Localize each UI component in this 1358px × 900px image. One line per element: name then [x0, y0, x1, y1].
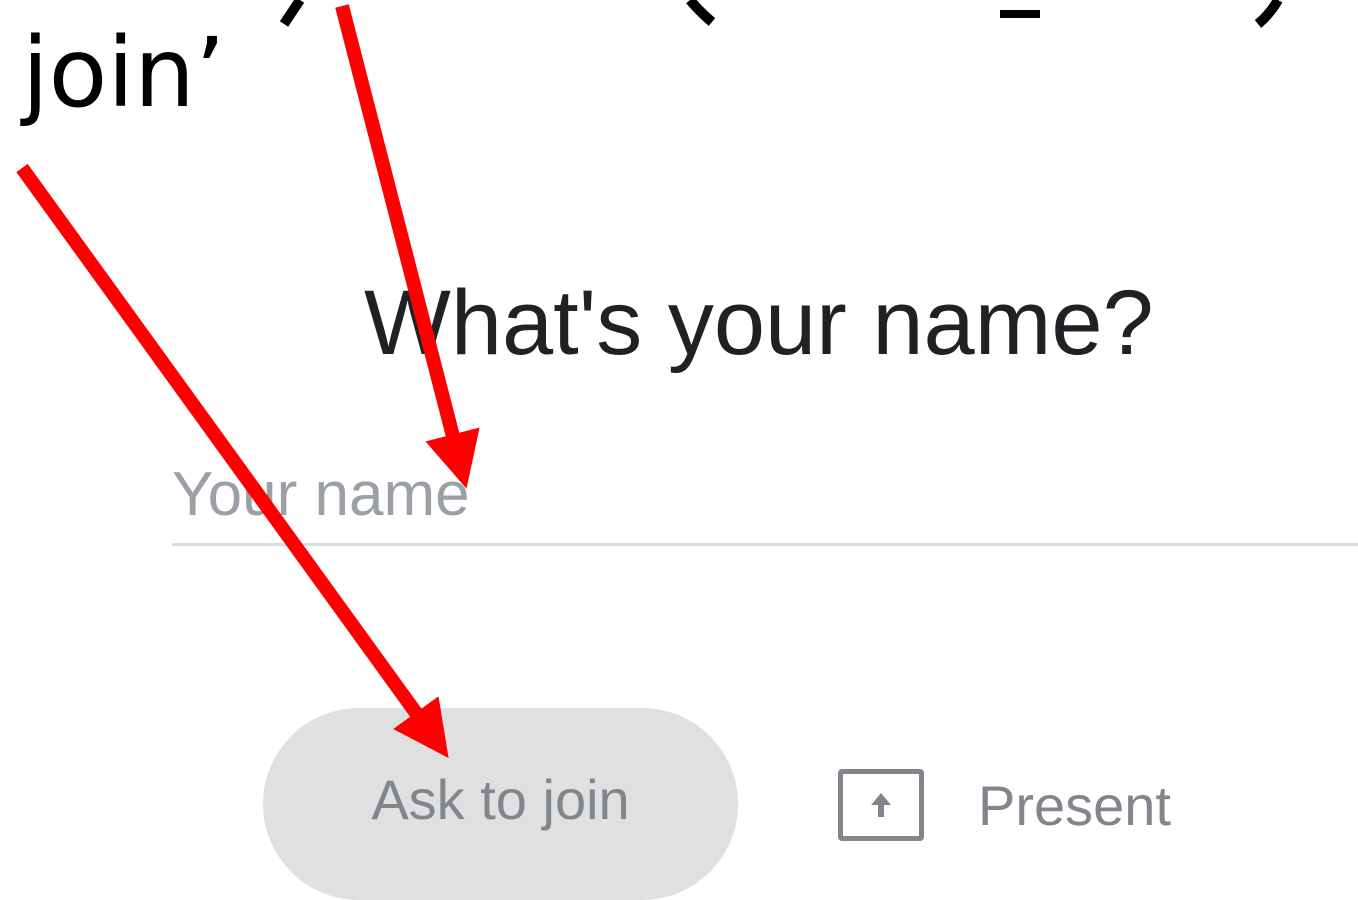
meet-join-screen: join’ What's your name? Ask to join Pres… — [0, 0, 1358, 900]
page-title: What's your name? — [364, 272, 1154, 374]
name-field[interactable] — [172, 446, 1358, 546]
present-upload-icon — [838, 769, 924, 841]
ask-to-join-label: Ask to join — [371, 768, 630, 831]
name-input[interactable] — [172, 446, 1358, 542]
annotation-caption: join’ — [22, 17, 226, 129]
present-button[interactable]: Present — [838, 768, 1218, 842]
ask-to-join-button[interactable]: Ask to join — [263, 708, 738, 900]
present-label: Present — [978, 773, 1171, 837]
arrow-to-name-input — [335, 4, 480, 489]
